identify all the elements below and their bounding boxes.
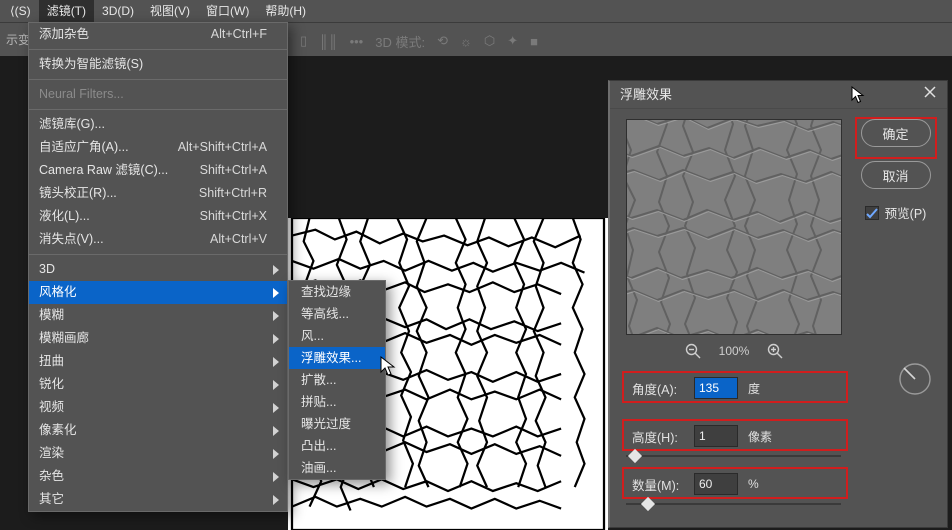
cursor-icon [380,356,396,381]
options-bar-icons: ▯║║••• 3D 模式: ⟲☼⬡✦■ [300,27,538,55]
stylize-find-edges[interactable]: 查找边缘 [289,281,385,303]
preview-checkbox-row[interactable]: 预览(P) [865,203,927,222]
zoom-out-button[interactable] [685,343,701,359]
emboss-dialog: 浮雕效果 [608,80,948,528]
dialog-title: 浮雕效果 [620,81,672,109]
amount-unit: % [748,477,759,491]
stylize-contour[interactable]: 等高线... [289,303,385,325]
height-row: 高度(H): 像素 [626,423,841,449]
chevron-right-icon [271,350,281,373]
menubar-item-window[interactable]: 窗口(W) [198,0,257,22]
cursor-icon [851,86,865,109]
chevron-right-icon [271,304,281,327]
preview-checkbox[interactable] [865,206,879,220]
height-slider[interactable] [626,451,841,461]
stylize-tiles[interactable]: 拼贴... [289,391,385,413]
menubar-item-help[interactable]: 帮助(H) [257,0,314,22]
chevron-right-icon [271,488,281,511]
stylize-wind[interactable]: 风... [289,325,385,347]
stylize-oil-paint[interactable]: 油画... [289,457,385,479]
height-label: 高度(H): [626,427,694,446]
chevron-right-icon [271,258,281,281]
angle-label: 角度(A): [626,379,694,398]
angle-row: 角度(A): 度 [626,375,841,401]
amount-label: 数量(M): [626,475,694,494]
filter-menu-last-filter[interactable]: 添加杂色Alt+Ctrl+F [29,23,287,46]
height-unit: 像素 [748,428,772,445]
height-input[interactable] [694,425,738,447]
filter-menu-pixelate[interactable]: 像素化 [29,419,287,442]
amount-slider[interactable] [626,499,841,509]
filter-menu-blur[interactable]: 模糊 [29,304,287,327]
menubar-item-view[interactable]: 视图(V) [142,0,198,22]
angle-unit: 度 [748,380,760,397]
close-button[interactable] [923,81,937,109]
filter-menu-liquify[interactable]: 液化(L)...Shift+Ctrl+X [29,205,287,228]
menubar: ⟨(S) 滤镜(T) 3D(D) 视图(V) 窗口(W) 帮助(H) [0,0,952,22]
filter-menu-vanishing-point[interactable]: 消失点(V)...Alt+Ctrl+V [29,228,287,251]
cancel-button[interactable]: 取消 [861,161,931,189]
angle-input[interactable] [694,377,738,399]
angle-dial[interactable] [897,361,933,397]
filter-menu-camera-raw[interactable]: Camera Raw 滤镜(C)...Shift+Ctrl+A [29,159,287,182]
preview-checkbox-label: 预览(P) [885,203,927,222]
menubar-item-s[interactable]: ⟨(S) [2,0,39,22]
filter-menu-video[interactable]: 视频 [29,396,287,419]
filter-menu-distort[interactable]: 扭曲 [29,350,287,373]
stylize-diffuse[interactable]: 扩散... [289,369,385,391]
stylize-emboss[interactable]: 浮雕效果... [289,347,385,369]
menubar-item-filter[interactable]: 滤镜(T) [39,0,94,22]
filter-menu[interactable]: 添加杂色Alt+Ctrl+F 转换为智能滤镜(S) Neural Filters… [28,22,288,512]
stylize-submenu[interactable]: 查找边缘 等高线... 风... 浮雕效果... 扩散... 拼贴... 曝光过… [288,280,386,480]
zoom-in-button[interactable] [767,343,783,359]
filter-menu-stylize[interactable]: 风格化 [29,281,287,304]
chevron-right-icon [271,465,281,488]
amount-row: 数量(M): % [626,471,841,497]
chevron-right-icon [271,419,281,442]
chevron-right-icon [271,327,281,350]
zoom-label: 100% [719,344,750,358]
ok-button[interactable]: 确定 [861,119,931,147]
filter-menu-3d[interactable]: 3D [29,258,287,281]
filter-menu-other[interactable]: 其它 [29,488,287,511]
emboss-preview [626,119,842,335]
filter-menu-neural: Neural Filters... [29,83,287,106]
filter-menu-blur-gallery[interactable]: 模糊画廊 [29,327,287,350]
dialog-titlebar: 浮雕效果 [610,81,947,109]
stylize-extrude[interactable]: 凸出... [289,435,385,457]
filter-menu-sharpen[interactable]: 锐化 [29,373,287,396]
options-bar-3dmode-label: 3D 模式: [375,32,425,51]
chevron-right-icon [271,373,281,396]
filter-menu-render[interactable]: 渲染 [29,442,287,465]
chevron-right-icon [271,281,281,304]
amount-input[interactable] [694,473,738,495]
stylize-solarize[interactable]: 曝光过度 [289,413,385,435]
filter-menu-lens-correction[interactable]: 镜头校正(R)...Shift+Ctrl+R [29,182,287,205]
filter-menu-adaptive-wide[interactable]: 自适应广角(A)...Alt+Shift+Ctrl+A [29,136,287,159]
filter-menu-gallery[interactable]: 滤镜库(G)... [29,113,287,136]
menubar-item-3d[interactable]: 3D(D) [94,0,142,22]
chevron-right-icon [271,442,281,465]
chevron-right-icon [271,396,281,419]
filter-menu-noise[interactable]: 杂色 [29,465,287,488]
filter-menu-convert-smart[interactable]: 转换为智能滤镜(S) [29,53,287,76]
